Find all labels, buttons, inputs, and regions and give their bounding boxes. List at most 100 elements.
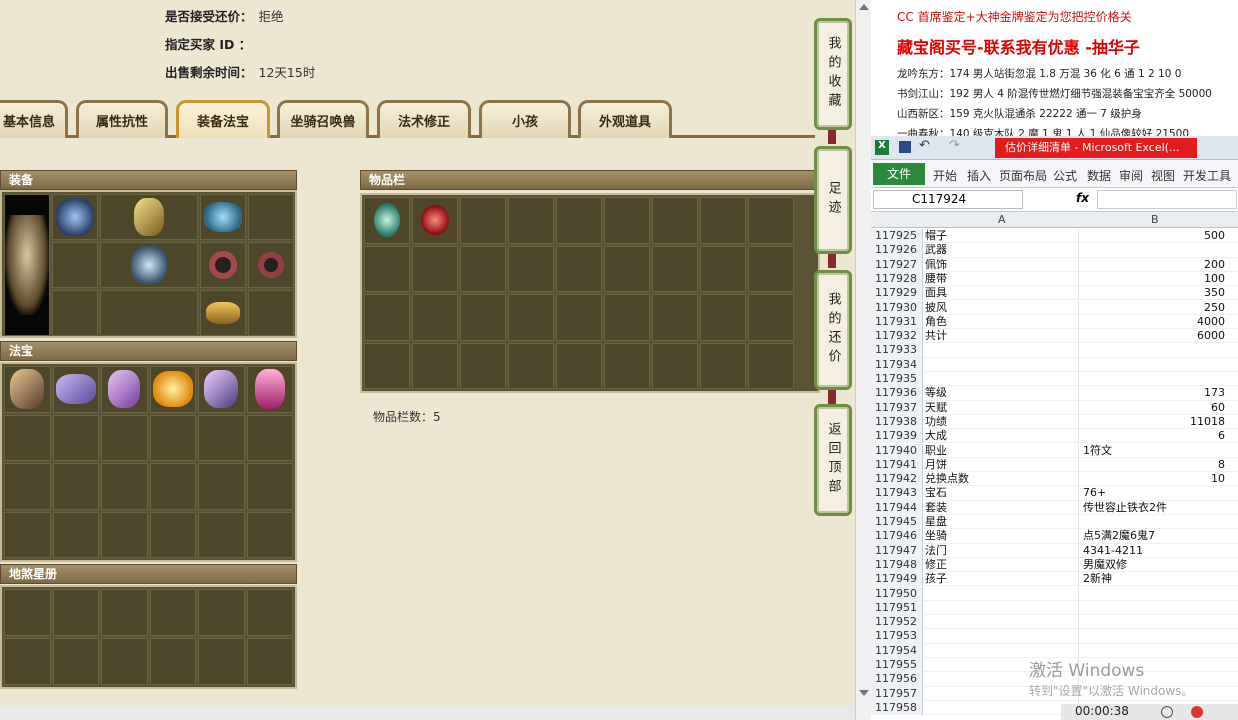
inventory-slot[interactable] — [556, 197, 602, 244]
row-number[interactable]: 117937 — [871, 400, 923, 415]
inventory-slot[interactable] — [652, 294, 698, 341]
file-tab[interactable]: 文件 — [873, 163, 925, 185]
equip-slot-ring-2[interactable] — [248, 242, 294, 288]
xingce-slot[interactable] — [149, 589, 196, 636]
cell-a[interactable]: 腰带 — [925, 271, 1079, 287]
inventory-slot[interactable] — [604, 294, 650, 341]
xingce-slot[interactable] — [198, 589, 245, 636]
function-icon[interactable]: fx — [1076, 191, 1089, 205]
fabao-slot[interactable] — [101, 511, 148, 558]
inventory-slot[interactable] — [556, 245, 602, 292]
tab-formulas[interactable]: 公式 — [1053, 167, 1077, 184]
inventory-slot[interactable] — [412, 294, 458, 341]
cell-a[interactable]: 宝石 — [925, 486, 1079, 501]
cell-b[interactable]: 200 — [1079, 258, 1229, 272]
inventory-slot[interactable] — [652, 245, 698, 292]
inventory-slot[interactable] — [748, 294, 794, 341]
cell-b[interactable]: 250 — [1079, 301, 1229, 315]
row-number[interactable]: 117936 — [871, 386, 923, 401]
xingce-slot[interactable] — [149, 638, 196, 685]
row-number[interactable]: 117930 — [871, 300, 923, 315]
tab-page-layout[interactable]: 页面布局 — [999, 167, 1047, 184]
inventory-slot[interactable] — [412, 197, 458, 244]
cell-b[interactable]: 10 — [1079, 472, 1229, 486]
cell-b[interactable]: 500 — [1079, 229, 1229, 243]
cell-b[interactable] — [1079, 587, 1229, 601]
cell-a[interactable]: 月饼 — [925, 457, 1079, 473]
xingce-slot[interactable] — [4, 638, 51, 685]
fabao-slot[interactable] — [4, 414, 51, 461]
inventory-slot[interactable] — [748, 197, 794, 244]
cell-b[interactable]: 4341-4211 — [1079, 544, 1229, 558]
cell-a[interactable] — [925, 615, 1079, 630]
tab-attributes[interactable]: 属性抗性 — [76, 100, 168, 138]
inventory-slot[interactable] — [508, 245, 554, 292]
fabao-slot[interactable] — [149, 414, 196, 461]
redo-icon[interactable]: ↷ — [949, 138, 960, 153]
inventory-slot[interactable] — [460, 342, 506, 389]
row-number[interactable]: 117925 — [871, 229, 923, 244]
cell-a[interactable]: 兑换点数 — [925, 472, 1079, 487]
back-to-top-button[interactable]: 返回顶部 — [814, 404, 852, 516]
row-number[interactable]: 117927 — [871, 257, 923, 272]
tab-spells[interactable]: 法术修正 — [377, 100, 471, 138]
cell-a[interactable] — [925, 700, 1079, 716]
equip-slot-belt[interactable] — [200, 290, 246, 336]
fabao-slot[interactable] — [198, 511, 245, 558]
cell-a[interactable]: 角色 — [925, 314, 1079, 330]
row-number[interactable]: 117940 — [871, 443, 923, 458]
cell-b[interactable]: 100 — [1079, 272, 1229, 286]
cell-a[interactable] — [925, 343, 1079, 358]
fabao-slot[interactable] — [149, 366, 196, 413]
inventory-slot[interactable] — [460, 294, 506, 341]
cell-a[interactable]: 天赋 — [925, 400, 1079, 415]
fabao-slot[interactable] — [4, 511, 51, 558]
scroll-up-icon[interactable] — [859, 4, 869, 10]
inventory-slot[interactable] — [508, 197, 554, 244]
inventory-slot[interactable] — [460, 245, 506, 292]
inventory-slot[interactable] — [364, 197, 410, 244]
undo-icon[interactable]: ↶ — [919, 138, 930, 153]
cell-a[interactable]: 共计 — [925, 329, 1079, 344]
save-icon[interactable] — [899, 141, 911, 153]
cell-b[interactable]: 1符文 — [1079, 444, 1229, 458]
formula-input[interactable] — [1097, 190, 1237, 209]
fabao-slot[interactable] — [149, 511, 196, 558]
fabao-slot[interactable] — [246, 511, 293, 558]
column-a-header[interactable]: A — [998, 213, 1006, 226]
row-number[interactable]: 117928 — [871, 271, 923, 287]
row-number[interactable]: 117952 — [871, 615, 923, 630]
row-number[interactable]: 117926 — [871, 243, 923, 258]
equip-slot-empty-2[interactable] — [52, 242, 98, 288]
inventory-slot[interactable] — [364, 342, 410, 389]
cell-b[interactable]: 60 — [1079, 401, 1229, 415]
cell-a[interactable]: 佩饰 — [925, 257, 1079, 272]
tab-basic-info[interactable]: 基本信息 — [0, 100, 68, 138]
cell-b[interactable] — [1079, 629, 1229, 643]
fabao-slot[interactable] — [52, 511, 99, 558]
cell-b[interactable] — [1079, 372, 1229, 386]
row-number[interactable]: 117929 — [871, 286, 923, 301]
row-number[interactable]: 117944 — [871, 500, 923, 515]
row-number[interactable]: 117955 — [871, 658, 923, 673]
cell-a[interactable]: 修正 — [925, 557, 1079, 573]
tab-developer[interactable]: 开发工具 — [1183, 167, 1231, 184]
cell-b[interactable] — [1079, 343, 1229, 357]
cell-a[interactable] — [925, 586, 1079, 601]
xingce-slot[interactable] — [52, 638, 99, 685]
inventory-slot[interactable] — [508, 342, 554, 389]
cell-b[interactable]: 173 — [1079, 386, 1229, 400]
inventory-slot[interactable] — [652, 197, 698, 244]
tab-mounts-pets[interactable]: 坐骑召唤兽 — [277, 100, 369, 138]
row-number[interactable]: 117956 — [871, 672, 923, 687]
xingce-slot[interactable] — [101, 589, 148, 636]
tab-kids[interactable]: 小孩 — [479, 100, 571, 138]
row-number[interactable]: 117957 — [871, 686, 923, 701]
fabao-slot[interactable] — [246, 414, 293, 461]
inventory-slot[interactable] — [748, 245, 794, 292]
scroll-down-icon[interactable] — [859, 690, 869, 696]
fabao-slot[interactable] — [101, 414, 148, 461]
cell-a[interactable]: 坐骑 — [925, 529, 1079, 544]
row-number[interactable]: 117943 — [871, 486, 923, 501]
xingce-slot[interactable] — [52, 589, 99, 636]
